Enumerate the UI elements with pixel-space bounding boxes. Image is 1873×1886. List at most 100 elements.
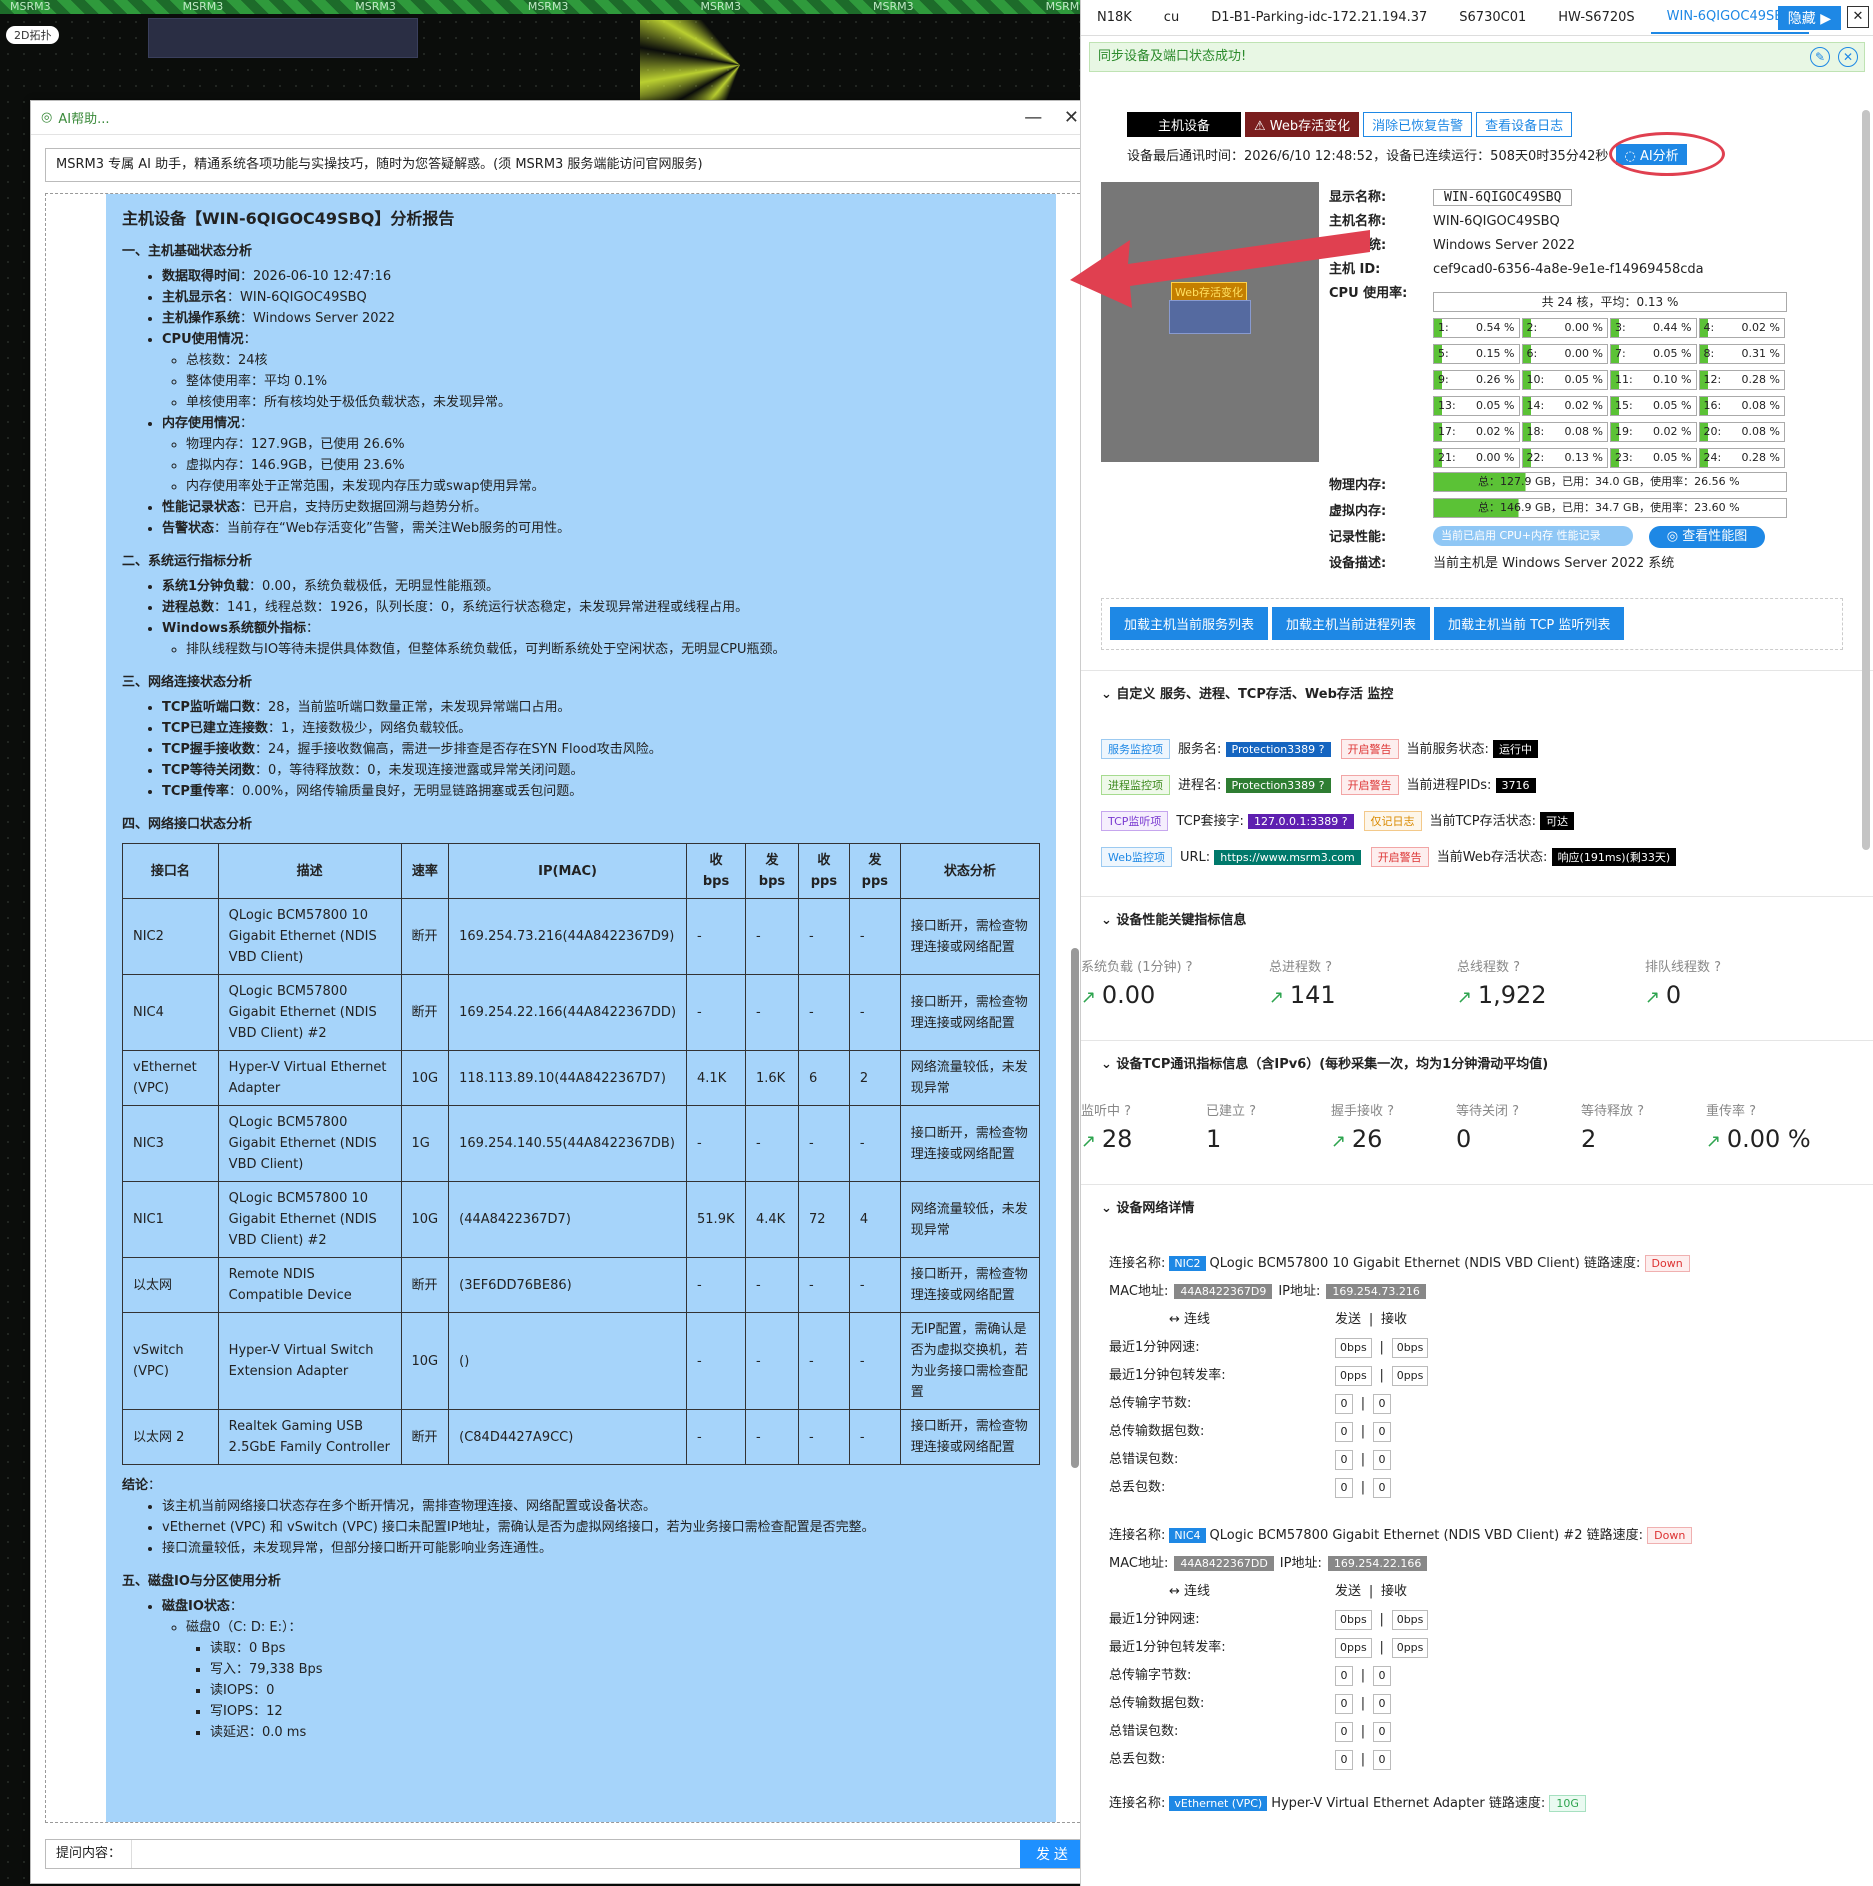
nic-speed: Down — [1644, 1255, 1690, 1272]
report-item: 主机显示名：WIN-6QIGOC49SBQ — [162, 287, 1040, 308]
report-item-key: TCP监听端口数 — [162, 700, 255, 715]
table-cell: NIC1 — [122, 1181, 219, 1258]
cpu-core-index: 4: — [1703, 321, 1715, 334]
strip-label: MSRM3 — [355, 0, 396, 13]
monitor-alert-mode[interactable]: 开启警告 — [1340, 775, 1399, 795]
nic-speed: Down — [1647, 1527, 1693, 1544]
close-circle-icon[interactable]: ✕ — [1838, 47, 1858, 67]
info-key: 操作系统: — [1329, 238, 1387, 253]
monitor-target[interactable]: Protection3389 ? — [1225, 742, 1331, 757]
cpu-core: 22: 0.13 % — [1521, 448, 1608, 468]
virtual-memory-label: 虚拟内存: — [1329, 500, 1433, 519]
cpu-core-usage: 0.02 % — [1653, 425, 1692, 438]
nic-table-header: 收pps — [797, 843, 850, 899]
trend-icon: ↗ — [1269, 987, 1290, 1008]
nic-conn-key: 连接名称: — [1109, 1796, 1166, 1811]
tab-3[interactable]: S6730C01 — [1443, 10, 1542, 25]
section-tcp-metrics[interactable]: ⌄ 设备TCP通讯指标信息（含IPv6）(每秒采集一次，均为1分钟滑动平均值) — [1081, 1040, 1873, 1084]
link-toggle[interactable]: ↔ 连线 — [1109, 1578, 1335, 1606]
send-button[interactable]: 发 送 — [1020, 1840, 1084, 1868]
cpu-core-usage: 0.54 % — [1476, 321, 1515, 334]
hide-button[interactable]: 隐藏 ▶ — [1777, 6, 1841, 30]
table-cell: 10G — [400, 1312, 450, 1410]
nic-stat-rx: 0 — [1373, 1722, 1391, 1742]
monitor-status-key: 当前服务状态: — [1406, 742, 1489, 757]
report-item-key: 系统1分钟负载 — [162, 579, 250, 594]
load-list-button[interactable]: 加载主机当前 TCP 监听列表 — [1434, 607, 1625, 640]
nic-stat-rx: 0 — [1373, 1394, 1391, 1414]
response-scrollbar[interactable] — [1070, 198, 1080, 1818]
cpu-core-usage: 0.26 % — [1476, 373, 1515, 386]
topology-rack-node[interactable] — [148, 18, 418, 58]
col-sep: | — [1360, 1724, 1366, 1739]
perf-record-toggle[interactable]: 当前已启用 CPU+内存 性能记录 — [1433, 526, 1633, 546]
col-sep: | — [1379, 1640, 1384, 1655]
load-list-button[interactable]: 加载主机当前服务列表 — [1110, 607, 1269, 640]
cpu-core-usage: 0.05 % — [1564, 373, 1603, 386]
link-toggle[interactable]: ↔ 连线 — [1109, 1306, 1335, 1334]
monitor-alert-mode[interactable]: 开启警告 — [1370, 847, 1429, 867]
tab-1[interactable]: cu — [1148, 10, 1195, 25]
device-action-button[interactable]: 消除已恢复告警 — [1363, 112, 1473, 137]
monitor-status-value: 响应(191ms)(剩33天) — [1551, 848, 1677, 866]
cpu-core-usage: 0.13 % — [1564, 451, 1603, 464]
monitor-alert-mode[interactable]: 开启警告 — [1340, 739, 1399, 759]
section-perf-metrics[interactable]: ⌄ 设备性能关键指标信息 — [1081, 896, 1873, 940]
monitor-target[interactable]: 127.0.0.1:3389 ? — [1248, 814, 1354, 829]
panel-scrollbar[interactable] — [1861, 110, 1871, 850]
panel-scrollbar-thumb[interactable] — [1862, 110, 1870, 850]
cpu-core-index: 21: — [1438, 451, 1456, 464]
nic-stat-row: 最近1分钟包转发率: 0pps | 0pps — [1109, 1362, 1869, 1390]
physical-memory-label: 物理内存: — [1329, 474, 1433, 493]
edit-icon[interactable]: ✎ — [1810, 47, 1830, 67]
report-item-key: 内存使用情况 — [162, 416, 241, 431]
trend-icon: ↗ — [1331, 1131, 1352, 1152]
report-item-key: 数据取得时间 — [162, 269, 241, 284]
cpu-core: 16: 0.08 % — [1698, 396, 1785, 416]
monitor-alert-mode[interactable]: 仅记日志 — [1363, 811, 1422, 831]
report-item-key: 进程总数 — [162, 600, 215, 615]
window-controls[interactable]: — ✕ — [1024, 107, 1087, 128]
monitor-target[interactable]: https://www.msrm3.com — [1214, 850, 1361, 865]
load-list-button[interactable]: 加载主机当前进程列表 — [1272, 607, 1431, 640]
table-cell: 无IP配置，需确认是否为虚拟交换机，若为业务接口需检查配置 — [899, 1312, 1041, 1410]
ai-dialog-titlebar[interactable]: ◎ AI帮助... — ✕ — [31, 101, 1097, 135]
monitor-row: TCP监听项 TCP套接字: 127.0.0.1:3389 ? 仅记日志 当前TCP存… — [1101, 810, 1575, 831]
sync-message-text: 同步设备及端口状态成功! — [1098, 49, 1247, 64]
tab-4[interactable]: HW-S6720S — [1542, 10, 1650, 25]
cpu-core: 6: 0.00 % — [1521, 344, 1608, 364]
cpu-core: 20: 0.08 % — [1698, 422, 1785, 442]
table-cell: - — [848, 1312, 901, 1410]
device-action-button[interactable]: 查看设备日志 — [1476, 112, 1573, 137]
table-cell: 断开 — [400, 1257, 450, 1313]
tab-2[interactable]: D1-B1-Parking-idc-172.21.194.37 — [1195, 10, 1443, 25]
table-cell: - — [848, 898, 901, 975]
monitor-target[interactable]: Protection3389 ? — [1225, 778, 1331, 793]
cpu-core: 4: 0.02 % — [1698, 318, 1785, 338]
section-network-detail[interactable]: ⌄ 设备网络详情 — [1081, 1184, 1873, 1228]
view-perf-chart-button[interactable]: ◎ 查看性能图 — [1649, 526, 1765, 548]
record-perf-key: 记录性能: — [1329, 530, 1387, 545]
nic-stat-rx: 0bps — [1391, 1338, 1429, 1358]
tab-0[interactable]: N18K — [1081, 10, 1148, 25]
cpu-core-index: 6: — [1526, 347, 1538, 360]
cpu-core-usage: 0.15 % — [1476, 347, 1515, 360]
device-action-button[interactable]: 主机设备 — [1127, 112, 1242, 137]
col-sep: | — [1379, 1340, 1384, 1355]
device-desc-key: 设备描述: — [1329, 556, 1387, 571]
monitor-type-tag: Web监控项 — [1101, 847, 1172, 867]
nic-stat-tx: 0pps — [1335, 1638, 1372, 1658]
disk-metric: 读取：0 Bps — [210, 1638, 1040, 1659]
ai-response-area[interactable]: 主机设备【WIN-6QIGOC49SBQ】分析报告一、主机基础状态分析数据取得时… — [45, 193, 1085, 1823]
info-row: 显示名称: WIN-6QIGOC49SBQ — [1329, 186, 1573, 206]
2d-topology-toggle[interactable]: 2D拓扑 — [6, 26, 60, 44]
nic-stat-row: 总传输字节数: 0 | 0 — [1109, 1390, 1869, 1418]
section-custom-monitor[interactable]: ⌄ 自定义 服务、进程、TCP存活、Web存活 监控 — [1081, 670, 1873, 714]
monitor-row: 进程监控项 进程名: Protection3389 ? 开启警告 当前进程PIDs: … — [1101, 774, 1536, 795]
info-row: 操作系统: Windows Server 2022 — [1329, 234, 1575, 253]
device-action-button[interactable]: ⚠ Web存活变化 — [1245, 112, 1360, 137]
close-icon[interactable]: ✕ — [1847, 6, 1869, 28]
table-cell: 10G — [400, 1181, 450, 1258]
scrollbar-thumb[interactable] — [1071, 948, 1079, 1468]
report-item: TCP等待关闭数：0，等待释放数：0，未发现连接泄露或异常关闭问题。 — [162, 760, 1040, 781]
